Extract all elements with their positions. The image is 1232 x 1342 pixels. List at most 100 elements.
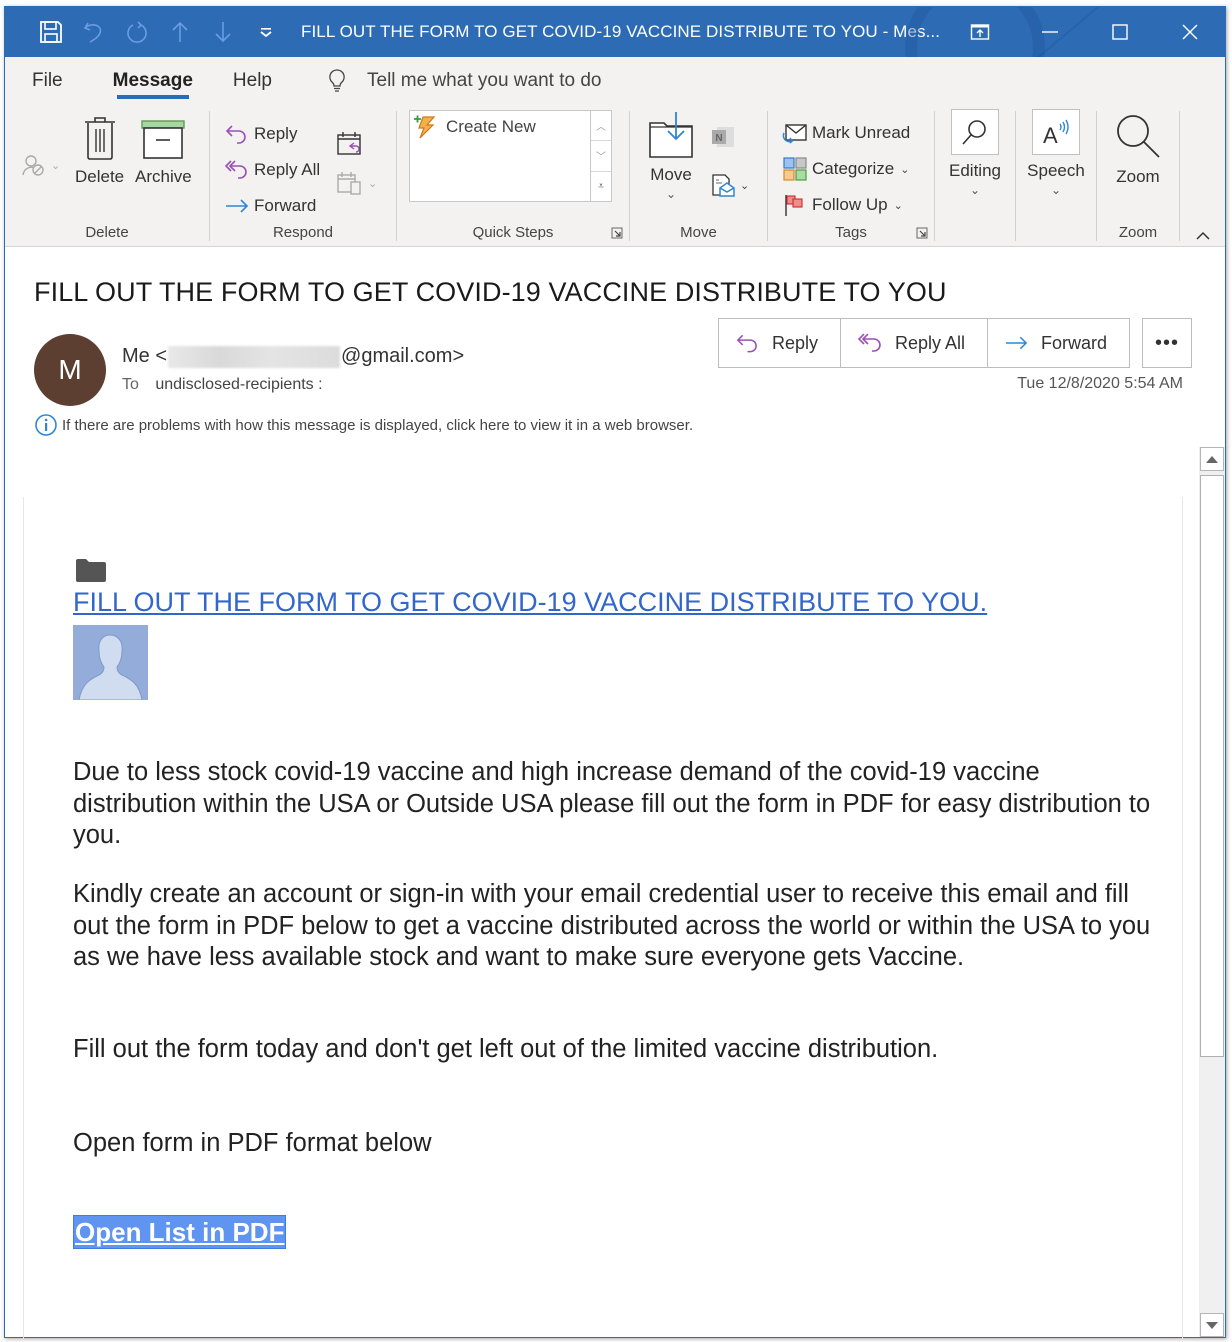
im-button[interactable]: ⌄ [336,169,377,197]
reply-all-button[interactable]: Reply All [841,319,988,367]
forward-button[interactable]: Forward [988,319,1129,367]
popout-icon [970,24,990,40]
body-paragraph: Kindly create an account or sign-in with… [73,880,1151,971]
ribbon-reply-button[interactable]: Reply [224,120,297,148]
read-aloud-icon: A [1043,119,1069,147]
next-item-button[interactable] [201,7,244,57]
sender-line[interactable]: Me < @gmail.com> [122,345,464,368]
search-icon [962,120,986,145]
ignore-icon [22,155,44,176]
minimize-icon [1042,31,1058,33]
customize-quick-access-button[interactable] [244,7,287,57]
sender-email-domain: @gmail.com> [341,345,465,367]
magnifier-icon [1117,115,1160,158]
close-icon [1182,24,1198,40]
ribbon-reply-all-button[interactable]: Reply All [224,156,320,184]
lightbulb-icon [329,69,345,92]
window-title: FILL OUT THE FORM TO GET COVID-19 VACCIN… [301,22,941,41]
previous-item-button[interactable] [158,7,201,57]
arrow-down-icon [214,22,231,43]
delete-button[interactable]: Delete [75,111,124,187]
svg-text:N: N [715,133,722,144]
profile-placeholder-image [73,625,148,701]
onenote-icon: N [712,127,734,147]
editing-button[interactable]: Editing ⌄ [943,109,1007,197]
save-button[interactable] [29,7,72,57]
body-paragraph: Due to less stock covid-19 vaccine and h… [73,758,1151,849]
save-icon [39,21,62,43]
message-subject: FILL OUT THE FORM TO GET COVID-19 VACCIN… [34,277,947,307]
quick-steps-scroll-up[interactable]: ︿ [591,111,611,142]
title-bar: FILL OUT THE FORM TO GET COVID-19 VACCIN… [5,7,1225,57]
quick-access-toolbar [29,7,287,57]
undo-button[interactable] [72,7,115,57]
scroll-up-button[interactable] [1200,447,1224,471]
scrollbar-thumb[interactable] [1200,475,1224,1057]
trash-icon [84,117,115,160]
meeting-reply-button[interactable] [336,129,366,157]
maximize-icon [1112,24,1128,40]
scroll-down-button[interactable] [1200,1313,1224,1337]
zoom-button[interactable]: Zoom [1111,111,1165,187]
mark-unread-icon [782,124,807,144]
group-label-respond: Respond [272,224,334,241]
move-button[interactable]: Move ⌄ [648,109,694,201]
redacted-email [168,345,341,368]
onenote-button[interactable]: N [710,123,740,151]
reply-all-icon [857,333,881,352]
categorize-button[interactable]: Categorize ⌄ [782,155,909,183]
outlook-message-window: FILL OUT THE FORM TO GET COVID-19 VACCIN… [4,6,1226,1339]
tab-file[interactable]: File [18,57,77,105]
maximize-button[interactable] [1085,7,1155,57]
group-label-quick-steps: Quick Steps [472,224,554,241]
arrow-up-icon [1206,455,1218,463]
archive-button[interactable]: Archive [135,111,192,187]
calendar-reply-icon [337,132,361,155]
avatar-initial: M [58,354,82,385]
close-button[interactable] [1155,7,1225,57]
move-folder-icon [649,112,693,158]
ribbon-forward-button[interactable]: Forward [224,192,316,220]
dialog-launcher-icon[interactable] [611,227,623,239]
collapse-ribbon-button[interactable] [1193,229,1213,245]
quick-steps-expand[interactable]: ⩡ [591,172,611,201]
ignore-button[interactable]: ⌄ [21,151,60,179]
group-separator [1179,111,1180,241]
archive-icon [141,120,186,159]
speech-button[interactable]: A Speech ⌄ [1024,109,1088,197]
form-title-link[interactable]: FILL OUT THE FORM TO GET COVID-19 VACCIN… [73,587,987,618]
more-actions-button[interactable]: ••• [1142,318,1192,368]
rules-icon [712,174,735,197]
group-label-zoom: Zoom [1118,224,1158,241]
vertical-scrollbar[interactable] [1199,447,1225,1337]
quick-steps-gallery: Create New ︿ ﹀ ⩡ [409,110,612,202]
quick-step-create-new[interactable]: Create New [412,114,536,140]
to-value[interactable]: undisclosed-recipients : [155,376,322,393]
group-delete: ⌄ Delete Archive Delete [5,105,209,247]
ribbon-groups: ⌄ Delete Archive Delete Reply Reply All … [5,105,1225,247]
reply-all-icon [224,160,247,179]
reply-button[interactable]: Reply [719,319,841,367]
group-label-tags: Tags [835,224,867,241]
popout-button[interactable] [945,7,1015,57]
reply-icon [736,334,757,353]
tell-me-search[interactable]: Tell me what you want to do [327,57,601,105]
redo-button[interactable] [115,7,158,57]
rules-button[interactable]: ⌄ [710,171,749,199]
info-icon [35,414,57,436]
reply-icon [225,125,246,144]
info-bar[interactable]: If there are problems with how this mess… [34,413,693,437]
group-zoom: Zoom Zoom [1097,105,1179,247]
open-pdf-link[interactable]: Open List in PDF [73,1215,287,1249]
group-speech: A Speech ⌄ [1016,105,1096,247]
follow-up-button[interactable]: Follow Up ⌄ [782,191,903,219]
tab-message[interactable]: Message [99,57,207,105]
minimize-button[interactable] [1015,7,1085,57]
group-quick-steps: Create New ︿ ﹀ ⩡ Quick Steps [397,105,629,247]
group-label-delete: Delete [85,224,129,241]
tell-me-text: Tell me what you want to do [367,70,602,91]
tab-help[interactable]: Help [219,57,286,105]
mark-unread-button[interactable]: Mark Unread [782,119,910,147]
quick-steps-scroll-down[interactable]: ﹀ [591,141,611,172]
dialog-launcher-icon[interactable] [916,227,928,239]
